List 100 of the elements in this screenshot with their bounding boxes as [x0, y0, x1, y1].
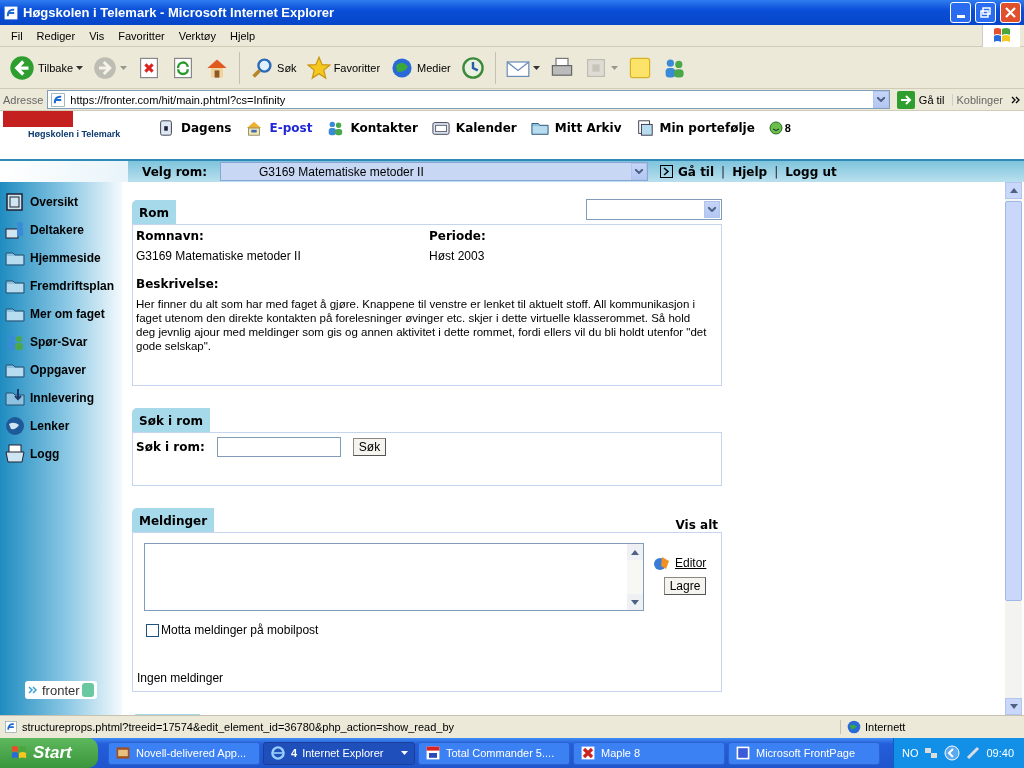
search-icon	[250, 55, 275, 80]
document-stack-icon	[635, 119, 654, 137]
online-count[interactable]: 8	[768, 121, 791, 135]
chevron-icon[interactable]	[1011, 94, 1021, 105]
scroll-up-button[interactable]	[627, 544, 643, 560]
panel-tab[interactable]: Meldinger	[132, 508, 215, 532]
ie-page-icon	[4, 720, 18, 734]
taskbar-button[interactable]: Microsoft FrontPage	[728, 741, 880, 765]
field-label: Romnavn:	[136, 229, 205, 243]
tools-icon[interactable]	[966, 746, 981, 760]
nav-link[interactable]: Kalender	[431, 119, 517, 137]
checkbox-label: Motta meldinger på mobilpost	[161, 623, 319, 637]
show-all-link[interactable]: Vis alt	[675, 518, 722, 532]
taskbar-button[interactable]: 4 Internet Explorer	[263, 741, 415, 765]
open-folder-icon	[5, 444, 25, 464]
panel-tab[interactable]: Søk i rom	[132, 408, 210, 432]
toolbar-button[interactable]: Medier	[387, 53, 454, 82]
go-button[interactable]: Gå til	[893, 90, 948, 109]
sidebar-item[interactable]: Spør-Svar	[5, 328, 122, 356]
sidebar-item[interactable]: Mer om faget	[5, 300, 122, 328]
description-text: Her finner du alt som har med faget å gjøre. Knappene til venstre er lenket til aktuelt stoff. All kommunikasjon i faget utenom den direkte kontakten på forelesninger øvinger etc. skjer i dette virtuelle klasserommet. Så hold deg jevnlig ajour med meldinger som gis og annen aktivitet i dette rommet, fordi ellers vil du bli holdt utenfor "det gode selskap".	[136, 297, 708, 353]
taskbar-button[interactable]: Maple 8	[573, 741, 725, 765]
nav-link[interactable]: E-post	[245, 119, 313, 137]
select-field[interactable]	[586, 199, 722, 220]
editor-link[interactable]: Editor	[652, 553, 707, 573]
menu-item[interactable]: Verktøy	[171, 27, 223, 44]
nav-link[interactable]: Min portefølje	[635, 119, 755, 137]
school-name: Høgskolen i Telemark	[28, 129, 122, 139]
sidebar-item[interactable]: Fremdriftsplan	[5, 272, 122, 300]
minimize-icon	[956, 14, 965, 18]
toolbar-button[interactable]: Søk	[247, 53, 300, 82]
taskbar-button[interactable]: Total Commander 5....	[418, 741, 570, 765]
sidebar-item[interactable]: Lenker	[5, 412, 122, 440]
person-card-icon	[5, 220, 25, 240]
logo-icon	[3, 111, 73, 127]
field-label: Periode:	[429, 229, 487, 243]
scroll-down-button[interactable]	[1005, 698, 1022, 715]
room-select[interactable]: G3169 Matematiske metoder II	[220, 162, 648, 181]
search-button[interactable]: Søk	[352, 438, 387, 456]
calendar-page-icon	[157, 119, 175, 137]
app-icon	[580, 745, 596, 761]
panel-tab[interactable]: Rom	[132, 200, 176, 224]
ie-page-icon	[50, 91, 67, 108]
sidebar-item[interactable]: Oversikt	[5, 188, 122, 216]
field-value: Høst 2003	[429, 249, 486, 263]
window-icon	[5, 192, 25, 212]
minimize-button[interactable]	[950, 2, 971, 23]
network-icon[interactable]	[924, 746, 939, 760]
up-arrow-icon	[631, 549, 639, 555]
room-label: Velg rom:	[141, 164, 209, 179]
sidebar-item[interactable]: Logg	[5, 440, 122, 468]
clock-icon	[460, 55, 485, 80]
field-label: Beskrivelse:	[136, 277, 220, 291]
taskbar-button[interactable]: Novell-delivered App...	[108, 741, 260, 765]
save-button[interactable]: Lagre	[663, 577, 707, 595]
menu-item[interactable]: Fil	[4, 27, 30, 44]
ie-page-icon	[3, 4, 19, 21]
menu-item[interactable]: Favoritter	[111, 27, 172, 44]
close-button[interactable]	[1000, 2, 1021, 23]
scrollbar[interactable]	[1005, 182, 1022, 715]
links-label[interactable]: Koblinger	[951, 93, 1007, 106]
toolbar-button[interactable]: Tilbake	[6, 52, 87, 83]
app-icon	[735, 745, 751, 761]
search-field[interactable]	[216, 437, 341, 457]
down-arrow-icon	[1009, 704, 1018, 709]
sidebar-item[interactable]: Hjemmeside	[5, 244, 122, 272]
menu-item[interactable]: Rediger	[29, 27, 83, 44]
nav-link[interactable]: Mitt Arkiv	[530, 119, 622, 137]
address-label: Adresse	[3, 93, 44, 106]
nav-link[interactable]: Dagens	[157, 119, 232, 137]
window-title: Høgskolen i Telemark - Microsoft Internet Explorer	[23, 5, 336, 20]
maximize-button[interactable]	[975, 2, 996, 23]
scroll-down-button[interactable]	[627, 594, 643, 610]
calendar-icon	[431, 119, 450, 137]
up-arrow-icon	[1009, 188, 1018, 193]
sidebar-item[interactable]: Deltakere	[5, 216, 122, 244]
address-field[interactable]: https://fronter.com/hit/main.phtml?cs=Infinity	[47, 90, 890, 109]
scrollbar-thumb[interactable]	[1005, 201, 1022, 601]
app-icon	[425, 745, 441, 761]
nav-link[interactable]: Kontakter	[326, 119, 418, 137]
field-value: G3169 Matematiske metoder II	[136, 249, 302, 263]
toolbar-button[interactable]: Favoritter	[303, 53, 384, 82]
message-text-area[interactable]	[144, 543, 644, 611]
checkbox[interactable]	[146, 623, 159, 637]
menu-item[interactable]: Vis	[82, 27, 112, 44]
menu-item[interactable]: Hjelp	[223, 27, 263, 44]
close-icon	[1005, 7, 1016, 18]
clock: 09:40	[986, 747, 1014, 759]
smiley-icon	[768, 121, 783, 135]
status-text: structureprops.phtml?treeid=17574&edit_element_id=36780&php_action=show_read_by	[22, 721, 456, 733]
sidebar-item[interactable]: Innlevering	[5, 384, 122, 412]
go-arrow-icon	[660, 165, 673, 178]
sidebar-item[interactable]: Oppgaver	[5, 356, 122, 384]
header-link[interactable]: Logg ut	[785, 164, 837, 179]
windows-logo-icon	[10, 745, 28, 761]
header-link[interactable]: Gå til	[678, 164, 715, 179]
people-icon	[326, 119, 345, 137]
folder-arrow-icon	[5, 388, 25, 408]
scroll-up-button[interactable]	[1005, 182, 1022, 199]
header-link[interactable]: Hjelp	[732, 164, 768, 179]
